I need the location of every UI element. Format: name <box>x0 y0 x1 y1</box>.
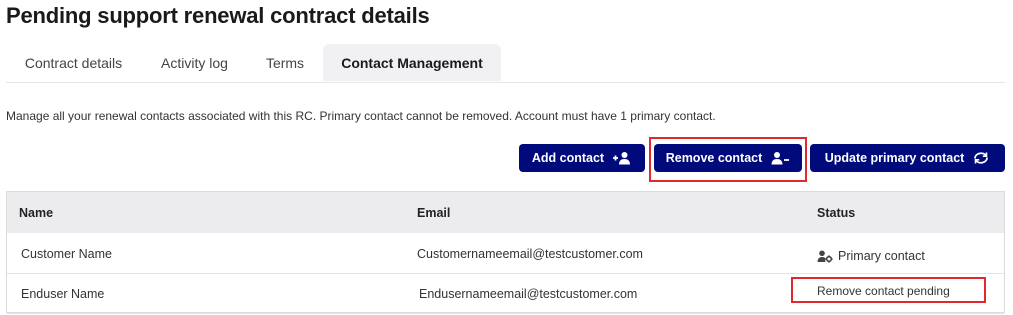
column-header-name: Name <box>19 206 54 220</box>
update-primary-contact-button[interactable]: Update primary contact <box>810 144 1005 172</box>
add-contact-button[interactable]: Add contact <box>519 144 645 172</box>
description-text: Manage all your renewal contacts associa… <box>6 109 716 123</box>
tab-activity-log[interactable]: Activity log <box>144 44 245 81</box>
contact-email: Endusernameemail@testcustomer.com <box>419 287 638 301</box>
tab-contact-management[interactable]: Contact Management <box>323 44 501 81</box>
column-header-email: Email <box>417 206 451 220</box>
refresh-icon <box>972 151 990 165</box>
contact-name: Customer Name <box>21 247 112 261</box>
status-label: Primary contact <box>838 249 925 263</box>
tab-contract-details[interactable]: Contract details <box>6 44 141 81</box>
contact-name: Enduser Name <box>21 287 105 301</box>
primary-contact-icon <box>817 250 833 263</box>
page-title: Pending support renewal contract details <box>6 3 430 28</box>
contact-status: Primary contact <box>817 236 925 276</box>
status-pending-highlight <box>791 277 986 303</box>
column-header-status: Status <box>817 206 856 220</box>
remove-contact-highlight <box>649 137 807 182</box>
person-plus-icon <box>612 151 632 165</box>
contact-email: Customernameemail@testcustomer.com <box>417 247 643 261</box>
add-contact-label: Add contact <box>531 151 605 165</box>
tab-bar: Contract details Activity log Terms Cont… <box>6 44 1005 83</box>
tab-terms[interactable]: Terms <box>249 44 321 81</box>
update-primary-contact-label: Update primary contact <box>824 151 965 165</box>
table-header: Name Email Status <box>7 192 1004 233</box>
contract-details-page: Pending support renewal contract details… <box>0 0 1013 315</box>
table-row[interactable]: Customer Name Customernameemail@testcust… <box>7 234 1004 274</box>
